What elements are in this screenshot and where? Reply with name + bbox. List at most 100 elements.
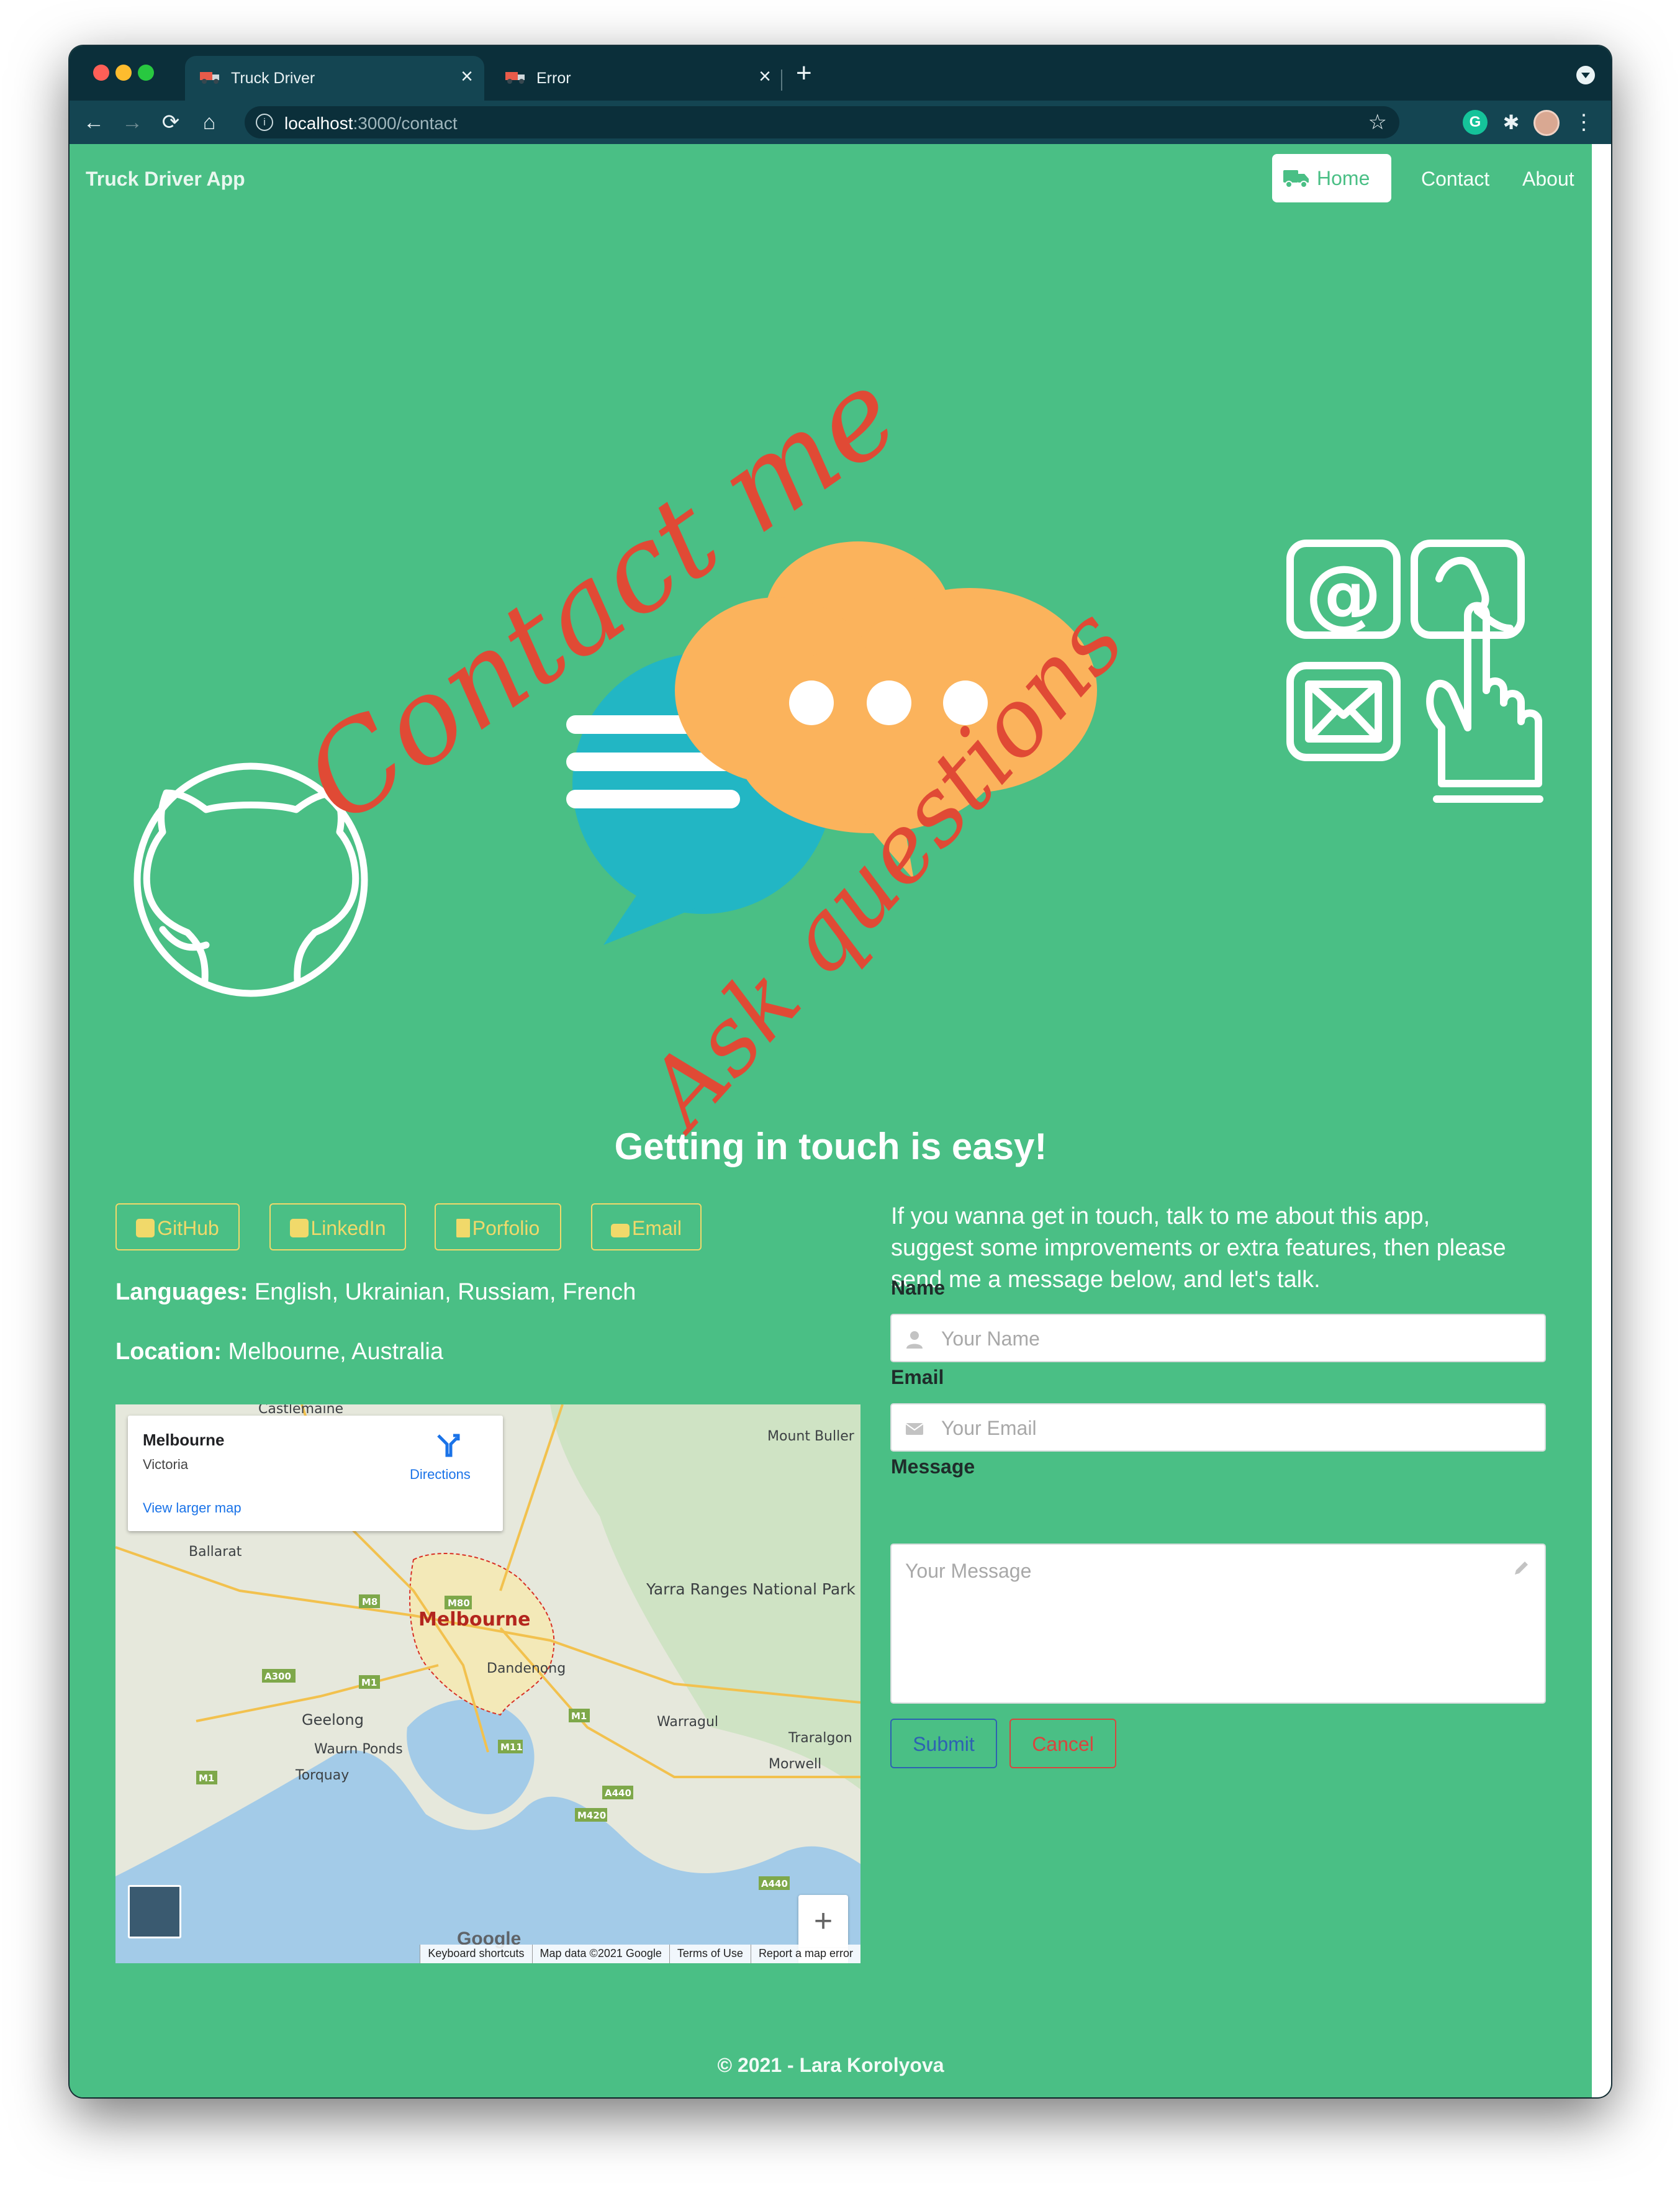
- zoom-in-button[interactable]: +: [798, 1895, 848, 1948]
- back-icon[interactable]: ←: [81, 109, 107, 135]
- minimize-window-button[interactable]: [115, 65, 132, 81]
- location-label: Location:: [115, 1339, 222, 1365]
- tab-close-icon[interactable]: ×: [461, 66, 473, 87]
- map-place-yarra-ranges: Yarra Ranges National Park: [646, 1580, 856, 1598]
- tab-error[interactable]: Error ×: [490, 56, 782, 101]
- map-attribution: Keyboard shortcuts Map data ©2021 Google…: [420, 1945, 860, 1963]
- map-place-ballarat: Ballarat: [189, 1544, 242, 1560]
- nav-home-label: Home: [1317, 167, 1370, 189]
- tab-truck-driver[interactable]: Truck Driver ×: [185, 56, 484, 101]
- page-footer: © 2021 - Lara Korolyova: [717, 2054, 944, 2076]
- languages-value: English, Ukrainian, Russiam, French: [254, 1279, 636, 1305]
- map-place-morwell: Morwell: [769, 1756, 821, 1772]
- linkedin-button-label: LinkedIn: [310, 1217, 386, 1239]
- contact-hero-illustration: Contact me Ask questions @: [133, 343, 1543, 1144]
- road-a300: A300: [264, 1671, 291, 1682]
- message-placeholder: Your Message: [905, 1560, 1032, 1582]
- contact-icons-grid: @: [1286, 540, 1543, 803]
- road-m1: M1: [361, 1677, 377, 1688]
- name-field[interactable]: Your Name: [890, 1314, 1546, 1362]
- map-place-dandenong: Dandenong: [487, 1661, 566, 1676]
- portfolio-button[interactable]: Porfolio: [435, 1203, 561, 1250]
- pencil-icon: [1515, 1562, 1528, 1575]
- portfolio-button-label: Porfolio: [472, 1217, 540, 1239]
- location-line: Location: Melbourne, Australia: [115, 1339, 443, 1365]
- url-host: localhost: [284, 114, 353, 133]
- truck-favicon-icon: [200, 72, 219, 84]
- navbar-brand[interactable]: Truck Driver App: [86, 168, 245, 191]
- name-placeholder: Your Name: [941, 1327, 1040, 1350]
- truck-favicon-icon: [505, 72, 525, 84]
- map-place-geelong: Geelong: [302, 1711, 364, 1729]
- road-m1: M1: [571, 1711, 587, 1722]
- map-place-traralgon: Traralgon: [788, 1730, 852, 1746]
- linkedin-button[interactable]: LinkedIn: [269, 1203, 406, 1250]
- bookmark-star-icon[interactable]: ☆: [1368, 110, 1387, 135]
- email-button[interactable]: Email: [591, 1203, 702, 1250]
- keyboard-shortcuts-link[interactable]: Keyboard shortcuts: [420, 1945, 531, 1963]
- map-card-region: Victoria: [143, 1457, 188, 1472]
- profile-avatar[interactable]: [1533, 110, 1560, 136]
- browser-toolbar: ← → ⟳ ⌂ i localhost:3000/contact ☆ G ✱ ⋮: [70, 101, 1611, 144]
- browser-window: Truck Driver × Error × + ← → ⟳ ⌂ i local…: [70, 46, 1611, 2097]
- url-text: localhost:3000/contact: [284, 114, 458, 133]
- github-icon: [136, 1219, 155, 1237]
- bookmark-icon: [456, 1219, 470, 1237]
- browser-menu-icon[interactable]: ⋮: [1573, 110, 1594, 135]
- github-button[interactable]: GitHub: [115, 1203, 240, 1250]
- google-map[interactable]: Castlemaine Mount Buller Ballarat Yarra …: [115, 1404, 860, 1963]
- tab-search-icon[interactable]: [1576, 66, 1595, 84]
- extensions-puzzle-icon[interactable]: ✱: [1499, 110, 1524, 135]
- road-a440: A440: [605, 1788, 631, 1799]
- close-window-button[interactable]: [93, 65, 109, 81]
- email-button-label: Email: [631, 1217, 682, 1239]
- report-map-error-link[interactable]: Report a map error: [750, 1945, 860, 1963]
- road-m8: M8: [362, 1596, 377, 1607]
- map-place-castlemaine: Castlemaine: [258, 1404, 343, 1417]
- tagline: Getting in touch is easy!: [614, 1126, 1047, 1167]
- new-tab-button[interactable]: +: [796, 60, 812, 87]
- message-field[interactable]: Your Message: [890, 1544, 1546, 1704]
- envelope-icon: [610, 1224, 630, 1237]
- forward-icon[interactable]: →: [119, 109, 145, 135]
- github-button-label: GitHub: [157, 1217, 219, 1239]
- tab-close-icon[interactable]: ×: [759, 66, 771, 87]
- map-place-card: Melbourne Victoria View larger map Direc…: [128, 1416, 503, 1531]
- page-content: Truck Driver App Home Contact About Cont…: [70, 144, 1592, 2097]
- linkedin-icon: [289, 1219, 309, 1237]
- road-a440: A440: [761, 1878, 788, 1889]
- cancel-button[interactable]: Cancel: [1009, 1719, 1116, 1768]
- nav-home-button[interactable]: Home: [1272, 154, 1391, 202]
- road-m11: M11: [500, 1742, 523, 1753]
- directions-link[interactable]: Directions: [410, 1467, 471, 1483]
- site-info-icon[interactable]: i: [256, 114, 273, 131]
- zoom-window-button[interactable]: [138, 65, 154, 81]
- svg-text:@: @: [1305, 549, 1382, 639]
- map-place-melbourne: Melbourne: [418, 1609, 530, 1630]
- address-bar[interactable]: i localhost:3000/contact ☆: [245, 106, 1399, 138]
- contact-intro: If you wanna get in touch, talk to me ab…: [891, 1203, 1506, 1293]
- nav-contact-link[interactable]: Contact: [1421, 168, 1489, 191]
- tab-strip: Truck Driver × Error × +: [70, 46, 1611, 101]
- road-m420: M420: [577, 1810, 606, 1821]
- street-view-pegman-icon[interactable]: [128, 1885, 181, 1938]
- email-field[interactable]: Your Email: [890, 1403, 1546, 1452]
- envelope-icon: [905, 1423, 924, 1435]
- location-value: Melbourne, Australia: [228, 1339, 443, 1365]
- submit-button[interactable]: Submit: [890, 1719, 997, 1768]
- map-data-text: Map data ©2021 Google: [531, 1945, 669, 1963]
- tab-separator: [781, 70, 782, 91]
- page-scrollbar[interactable]: [1592, 144, 1611, 2097]
- home-icon[interactable]: ⌂: [196, 109, 222, 135]
- reload-icon[interactable]: ⟳: [158, 109, 184, 135]
- nav-about-link[interactable]: About: [1522, 168, 1574, 191]
- terms-of-use-link[interactable]: Terms of Use: [669, 1945, 751, 1963]
- road-m1: M1: [199, 1773, 214, 1784]
- url-path: :3000/contact: [353, 114, 458, 133]
- languages-label: Languages:: [115, 1279, 248, 1305]
- grammarly-extension-icon[interactable]: G: [1463, 110, 1488, 135]
- view-larger-map-link[interactable]: View larger map: [143, 1500, 242, 1516]
- directions-icon[interactable]: [435, 1432, 461, 1458]
- email-placeholder: Your Email: [941, 1417, 1037, 1439]
- languages-line: Languages: English, Ukrainian, Russiam, …: [115, 1279, 636, 1306]
